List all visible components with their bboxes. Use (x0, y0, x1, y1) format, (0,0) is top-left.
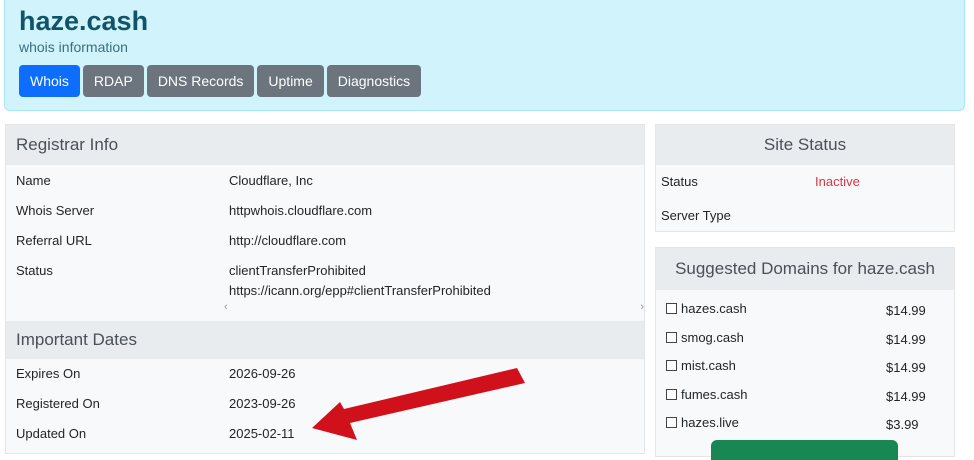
page-title: haze.cash (19, 6, 149, 36)
status-value: clientTransferProhibited (229, 263, 366, 278)
site-status-panel: Site Status Status Inactive Server Type (655, 124, 955, 232)
expires-value: 2026-09-26 (229, 366, 296, 381)
tab-dns-records[interactable]: DNS Records (146, 65, 255, 97)
suggested-heading: Suggested Domains for haze.cash (656, 248, 954, 290)
suggestion-domain: mist.cash (681, 358, 736, 373)
updated-value: 2025-02-11 (229, 426, 295, 441)
suggestion-domain: smog.cash (681, 330, 744, 345)
whois-server-value: httpwhois.cloudflare.com (229, 203, 373, 218)
status-url-value: https://icann.org/epp#clientTransferProh… (229, 283, 491, 298)
server-type-label: Server Type (661, 208, 731, 223)
suggestion-item[interactable]: hazes.live (666, 415, 739, 430)
buy-button[interactable] (711, 440, 898, 460)
site-status-label: Status (661, 174, 698, 189)
suggestion-item[interactable]: mist.cash (666, 358, 736, 373)
suggestion-domain: hazes.cash (681, 301, 747, 316)
referral-url-value: http://cloudflare.com (229, 233, 347, 248)
suggestion-price: $14.99 (886, 303, 926, 318)
checkbox[interactable] (666, 332, 677, 343)
checkbox[interactable] (666, 389, 677, 400)
checkbox[interactable] (666, 303, 677, 314)
page-subtitle: whois information (19, 39, 128, 55)
suggestion-domain: hazes.live (681, 415, 739, 430)
scroll-right-icon[interactable]: › (640, 301, 644, 313)
suggested-domains-panel: Suggested Domains for haze.cash hazes.ca… (655, 247, 955, 460)
suggestion-price: $14.99 (886, 360, 926, 375)
suggestion-item[interactable]: hazes.cash (666, 301, 747, 316)
suggestion-domain: fumes.cash (681, 387, 748, 402)
suggestion-item[interactable]: smog.cash (666, 330, 744, 345)
suggestion-price: $14.99 (886, 389, 926, 404)
site-status-heading: Site Status (656, 125, 954, 165)
tab-whois[interactable]: Whois (19, 65, 80, 97)
tab-bar: Whois RDAP DNS Records Uptime Diagnostic… (19, 65, 422, 97)
updated-label: Updated On (16, 426, 87, 441)
registered-value: 2023-09-26 (229, 396, 296, 411)
registrar-name-label: Name (16, 173, 51, 188)
status-label: Status (16, 263, 53, 278)
tab-rdap[interactable]: RDAP (82, 65, 144, 97)
scroll-left-icon[interactable]: ‹ (224, 301, 228, 313)
tab-uptime[interactable]: Uptime (257, 65, 324, 97)
checkbox[interactable] (666, 417, 677, 428)
registered-label: Registered On (16, 396, 100, 411)
horizontal-scrollbar[interactable]: ‹ › (218, 301, 644, 315)
registrar-panel: Registrar Info Name Cloudflare, Inc Whoi… (5, 124, 645, 454)
suggestion-price: $3.99 (886, 417, 919, 432)
dates-heading: Important Dates (6, 321, 644, 359)
site-status-value: Inactive (815, 174, 860, 189)
registrar-heading: Registrar Info (6, 125, 644, 165)
suggestion-price: $14.99 (886, 332, 926, 347)
registrar-name-value: Cloudflare, Inc (229, 173, 313, 188)
header-banner: haze.cash whois information Whois RDAP D… (4, 0, 965, 111)
checkbox[interactable] (666, 360, 677, 371)
expires-label: Expires On (16, 366, 81, 381)
tab-diagnostics[interactable]: Diagnostics (326, 65, 422, 97)
whois-server-label: Whois Server (16, 203, 95, 218)
referral-url-label: Referral URL (16, 233, 92, 248)
suggestion-item[interactable]: fumes.cash (666, 387, 747, 402)
